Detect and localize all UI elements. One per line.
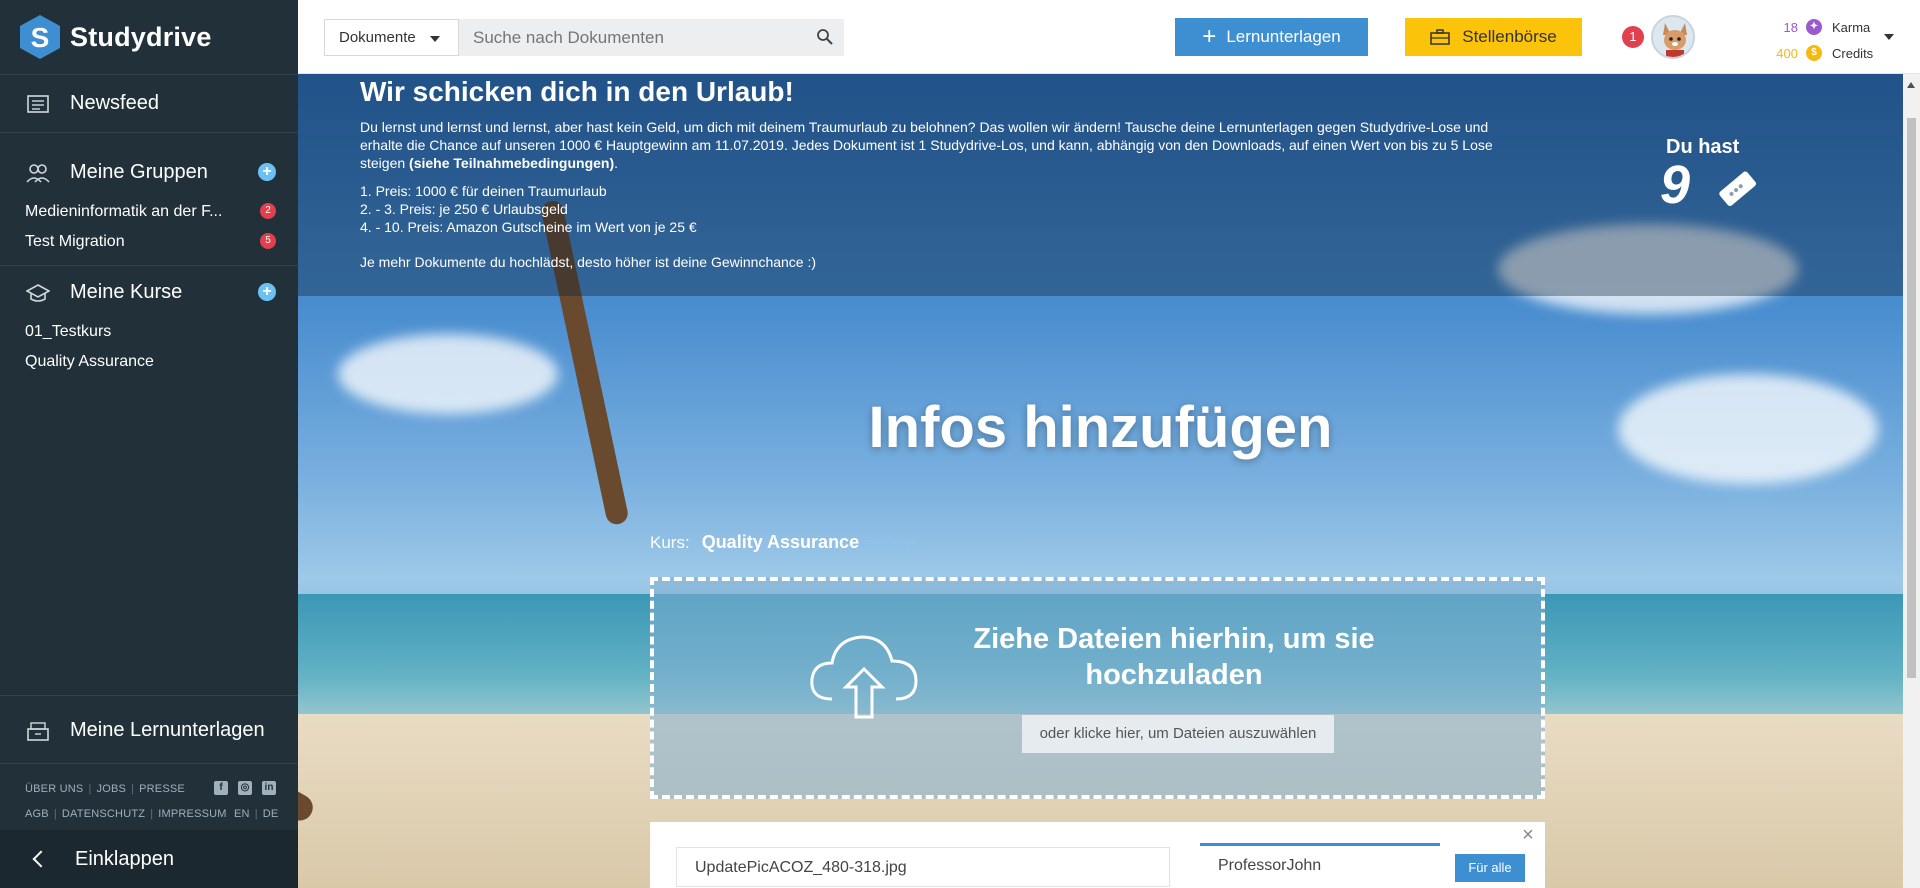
courses-label: Meine Kurse	[70, 281, 183, 303]
credits-value: 400	[1776, 45, 1798, 61]
group-unread-badge: 2	[260, 203, 276, 219]
language-switch: EN | DE	[234, 808, 279, 820]
close-icon[interactable]: ×	[1519, 825, 1537, 845]
cloud-upload-icon	[810, 635, 918, 719]
briefcase-icon	[1430, 29, 1450, 45]
sidebar-item-courses[interactable]: Meine Kurse	[26, 281, 182, 304]
author-field[interactable]: ProfessorJohn	[1200, 843, 1440, 887]
course-label: Kurs:	[650, 533, 690, 552]
job-board-label: Stellenbörse	[1462, 27, 1557, 46]
account-menu-caret-icon[interactable]	[1884, 34, 1894, 40]
footer-link-press[interactable]: PRESSE	[139, 783, 185, 795]
fox-avatar-icon	[1653, 17, 1693, 57]
search-bar: Dokumente	[324, 19, 844, 56]
page-scrollbar[interactable]	[1903, 74, 1920, 888]
add-learning-materials-button[interactable]: + Lernunterlagen	[1175, 18, 1368, 56]
karma-label: Karma	[1832, 19, 1871, 35]
file-dropzone[interactable]: Ziehe Dateien hierhin, um sie hochzulade…	[650, 577, 1545, 799]
select-files-button[interactable]: oder klicke hier, um Dateien auszuwählen	[1022, 715, 1334, 753]
sidebar-item-group[interactable]: Test Migration	[25, 233, 125, 251]
sidebar-item-my-documents[interactable]: Meine Lernunterlagen	[26, 719, 265, 742]
footer-links-row-2: AGB | DATENSCHUTZ | IMPRESSUM	[25, 808, 227, 820]
job-board-button[interactable]: Stellenbörse	[1405, 18, 1582, 56]
file-name-field[interactable]: UpdatePicACOZ_480-318.jpg	[676, 847, 1170, 887]
footer-link-about[interactable]: ÜBER UNS	[25, 783, 83, 795]
search-input[interactable]	[459, 19, 844, 56]
search-icon[interactable]	[816, 28, 834, 46]
main-content: Wir schicken dich in den Urlaub! Du lern…	[298, 74, 1903, 888]
apply-all-button[interactable]: Für alle	[1455, 854, 1525, 882]
group-unread-badge: 5	[260, 233, 276, 249]
plus-icon: +	[1202, 23, 1217, 50]
credits-coin-icon: $	[1806, 45, 1822, 61]
course-selection: Kurs: Quality Assurance ändern	[650, 532, 915, 553]
prize-list: 1. Preis: 1000 € für deinen Traumurlaub …	[360, 182, 697, 236]
newsfeed-label: Newsfeed	[70, 92, 159, 114]
prize-item: 1. Preis: 1000 € für deinen Traumurlaub	[360, 183, 607, 199]
change-course-link[interactable]: ändern	[865, 535, 915, 552]
upload-title: Infos hinzufügen	[868, 395, 1333, 460]
uploaded-file-card: × UpdatePicACOZ_480-318.jpg ProfessorJoh…	[650, 822, 1545, 888]
karma-value: 18	[1783, 19, 1798, 35]
brand-logo[interactable]: S Studydrive	[18, 14, 212, 60]
search-scope-value: Dokumente	[339, 29, 416, 46]
terms-link[interactable]: (siehe Teilnahmebedingungen)	[409, 155, 614, 171]
footer-links-row-1: ÜBER UNS | JOBS | PRESSE	[25, 783, 185, 795]
sidebar: S Studydrive Newsfeed Meine Gruppen + Me…	[0, 0, 298, 888]
documents-box-icon	[27, 721, 49, 741]
prize-item: 2. - 3. Preis: je 250 € Urlaubsgeld	[360, 201, 568, 217]
chevron-left-icon	[32, 850, 50, 868]
newsfeed-icon	[27, 94, 49, 113]
add-group-icon[interactable]: +	[258, 163, 276, 181]
course-value: Quality Assurance	[701, 532, 860, 552]
user-stats[interactable]: 18 ✦ Karma 400 $ Credits	[1758, 14, 1873, 66]
sidebar-item-course[interactable]: 01_Testkurs	[25, 323, 111, 341]
collapse-label: Einklappen	[75, 847, 174, 870]
learning-materials-label: Lernunterlagen	[1226, 27, 1341, 46]
graduation-cap-icon	[26, 283, 50, 302]
notification-badge[interactable]: 1	[1622, 26, 1644, 48]
language-de[interactable]: DE	[263, 808, 279, 820]
groups-icon	[26, 163, 50, 183]
my-documents-label: Meine Lernunterlagen	[70, 719, 265, 741]
sidebar-item-course[interactable]: Quality Assurance	[25, 353, 154, 371]
social-links: f ◎ in	[214, 781, 276, 795]
banner-note: Je mehr Dokumente du hochlädst, desto hö…	[360, 254, 817, 270]
prize-item: 4. - 10. Preis: Amazon Gutscheine im Wer…	[360, 219, 697, 235]
top-bar: Dokumente + Lernunterlagen Stellenbörse …	[298, 0, 1920, 74]
language-en[interactable]: EN	[234, 808, 250, 820]
footer-link-terms[interactable]: AGB	[25, 808, 49, 820]
banner-text: Du lernst und lernst und lernst, aber ha…	[360, 119, 1493, 171]
credits-label: Credits	[1832, 45, 1874, 61]
svg-text:S: S	[31, 22, 50, 53]
karma-row: 18 ✦ Karma	[1758, 14, 1873, 40]
user-avatar[interactable]	[1651, 15, 1695, 59]
caret-down-icon	[430, 36, 440, 42]
groups-label: Meine Gruppen	[70, 161, 208, 183]
facebook-icon[interactable]: f	[214, 781, 228, 795]
credits-row: 400 $ Credits	[1758, 40, 1873, 66]
scroll-thumb[interactable]	[1907, 118, 1916, 678]
brand-name: Studydrive	[70, 21, 212, 52]
sidebar-item-group[interactable]: Medieninformatik an der F...	[25, 203, 222, 221]
ticket-icon	[1719, 171, 1756, 207]
dropzone-text: Ziehe Dateien hierhin, um sie hochzulade…	[973, 623, 1375, 691]
add-course-icon[interactable]: +	[258, 283, 276, 301]
tickets-count: 9	[1660, 155, 1691, 215]
search-scope-select[interactable]: Dokumente	[324, 19, 459, 56]
linkedin-icon[interactable]: in	[262, 781, 276, 795]
instagram-icon[interactable]: ◎	[238, 781, 252, 795]
sidebar-item-groups[interactable]: Meine Gruppen	[26, 161, 208, 184]
banner-title: Wir schicken dich in den Urlaub!	[360, 76, 794, 107]
scroll-up-icon[interactable]	[1907, 82, 1915, 88]
studydrive-logo-icon: S	[20, 15, 60, 59]
collapse-sidebar-button[interactable]: Einklappen	[0, 830, 298, 888]
karma-hexagon-icon: ✦	[1806, 19, 1822, 35]
footer-link-privacy[interactable]: DATENSCHUTZ	[62, 808, 145, 820]
footer-link-jobs[interactable]: JOBS	[97, 783, 127, 795]
sidebar-item-newsfeed[interactable]: Newsfeed	[26, 92, 159, 115]
footer-link-imprint[interactable]: IMPRESSUM	[158, 808, 226, 820]
